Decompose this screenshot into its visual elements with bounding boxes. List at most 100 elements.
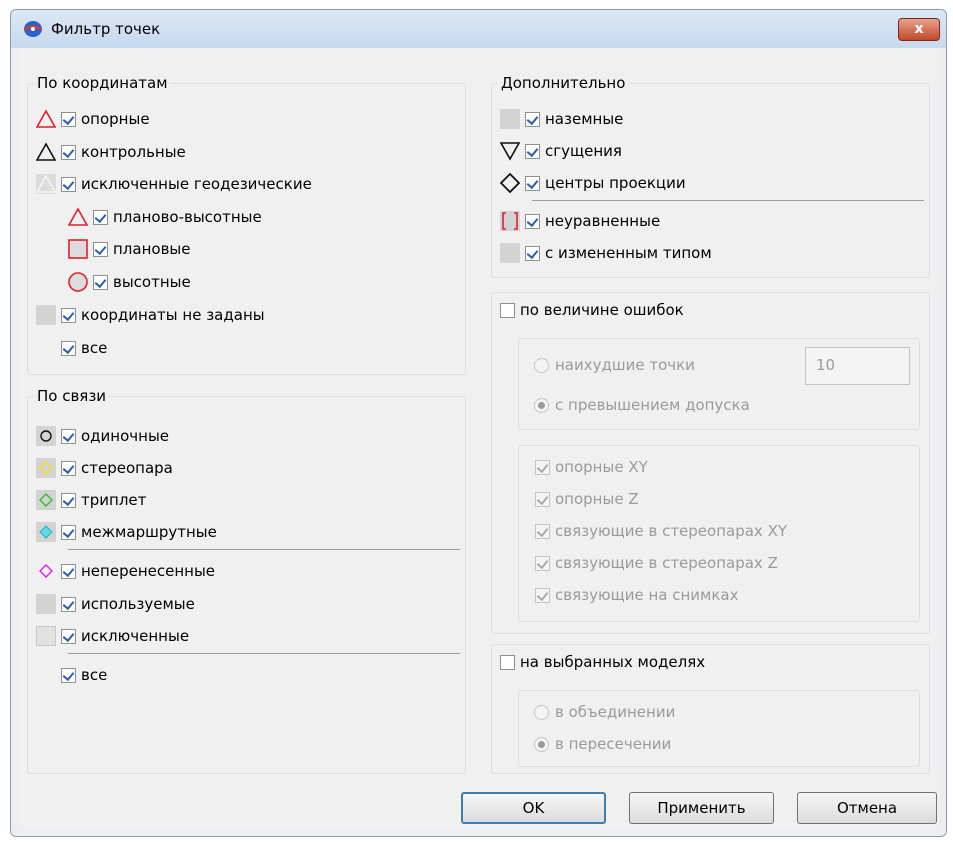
coord-item-reference[interactable]: опорные [36,108,150,130]
group-additional: Дополнительно наземные сгущения центры п… [491,74,930,278]
checkbox[interactable] [535,555,550,571]
link-item-label: используемые [81,595,195,613]
ok-button[interactable]: OK [461,792,606,824]
checkbox[interactable] [535,523,550,539]
black-triangle-icon [36,142,56,162]
extra-item-densification[interactable]: сгущения [500,140,622,162]
checkbox[interactable] [61,563,76,579]
apply-button[interactable]: Применить [629,792,774,824]
window-title: Фильтр точек [51,20,161,38]
coord-item-all[interactable]: все [61,337,107,359]
group-by-coordinates-title: По координатам [34,74,171,92]
checkbox[interactable] [61,492,76,508]
errors-option-ref-z[interactable]: опорные Z [535,488,639,510]
checkbox[interactable] [61,628,76,644]
errors-option-tie-images[interactable]: связующие на снимках [535,584,738,606]
exceed-tolerance-option[interactable]: с превышением допуска [534,394,750,416]
models-union-option[interactable]: в объединении [534,701,675,723]
coord-item-control[interactable]: контрольные [36,141,186,163]
link-item-label: стереопара [81,459,173,477]
extra-item-ground[interactable]: наземные [500,108,623,130]
red-triangle-icon [68,207,88,227]
extra-item-unadjusted[interactable]: неуравненные [500,210,660,232]
link-item-inter-route[interactable]: межмаршрутные [36,521,217,543]
link-item-single[interactable]: одиночные [36,425,169,447]
coord-item-label: все [81,339,108,357]
checkbox[interactable] [93,209,108,225]
gray-square-icon [500,243,520,263]
extra-item-changed-type[interactable]: с измененным типом [500,242,712,264]
title-bar: Фильтр точек x [11,10,946,48]
app-logo-icon [23,20,43,38]
checkbox[interactable] [525,245,540,261]
extra-item-projection-centers[interactable]: центры проекции [500,172,686,194]
extra-item-label: неуравненные [545,212,661,230]
errors-option-ref-xy[interactable]: опорные XY [535,456,648,478]
link-item-excluded[interactable]: исключенные [36,625,189,647]
filter-dialog: Фильтр точек x По координатам опорные ко… [10,9,947,837]
coord-item-excluded-geodetic[interactable]: исключенные геодезические [36,173,312,195]
checkbox[interactable] [93,274,108,290]
worst-points-count-field[interactable]: 10 [805,347,910,385]
link-item-label: одиночные [81,427,170,445]
models-intersection-option[interactable]: в пересечении [534,733,671,755]
checkbox[interactable] [61,524,76,540]
separator [68,549,460,550]
coord-item-label: плановые [113,240,191,258]
checkbox[interactable] [61,144,76,160]
group-by-coordinates: По координатам опорные контрольные исклю… [27,74,466,375]
coord-item-plan-height[interactable]: планово-высотные [68,206,262,228]
errors-option-label: связующие в стереопарах Z [555,554,778,572]
magenta-diamond-icon [36,561,56,581]
checkbox[interactable] [500,302,515,318]
checkbox[interactable] [61,596,76,612]
checkbox[interactable] [535,587,550,603]
checkbox[interactable] [535,459,550,475]
close-button[interactable]: x [898,18,940,41]
link-item-used[interactable]: используемые [36,593,195,615]
checkbox[interactable] [61,428,76,444]
red-bracket-icon [500,211,520,231]
checkbox[interactable] [525,175,540,191]
checkbox[interactable] [525,143,540,159]
extra-item-label: наземные [545,110,624,128]
red-triangle-icon [36,109,56,129]
checkbox[interactable] [61,307,76,323]
link-item-triplet[interactable]: триплет [36,489,146,511]
checkbox[interactable] [93,241,108,257]
checkbox[interactable] [61,111,76,127]
radio[interactable] [534,357,549,373]
extra-item-label: центры проекции [545,174,686,192]
coord-item-height[interactable]: высотные [68,271,191,293]
errors-filter-label: по величине ошибок [520,301,684,319]
models-mode-box: в объединении в пересечении [518,690,920,767]
checkbox[interactable] [525,111,540,127]
group-by-link: По связи одиночные стереопара триплет ме… [27,387,466,774]
link-item-all[interactable]: все [61,664,107,686]
black-circle-icon [36,426,56,446]
coord-item-not-set[interactable]: координаты не заданы [36,304,265,326]
link-item-stereopair[interactable]: стереопара [36,457,173,479]
checkbox[interactable] [61,667,76,683]
link-item-label: триплет [81,491,147,509]
errors-option-tie-stereo-xy[interactable]: связующие в стереопарах XY [535,520,787,542]
checkbox[interactable] [61,340,76,356]
checkbox[interactable] [525,213,540,229]
radio[interactable] [534,736,549,752]
separator [532,200,924,201]
checkbox[interactable] [535,491,550,507]
errors-filter-toggle[interactable]: по величине ошибок [500,299,684,321]
radio[interactable] [534,704,549,720]
cancel-button[interactable]: Отмена [797,792,937,824]
models-filter-toggle[interactable]: на выбранных моделях [500,651,705,673]
checkbox[interactable] [500,654,515,670]
checkbox[interactable] [61,460,76,476]
errors-option-tie-stereo-z[interactable]: связующие в стереопарах Z [535,552,778,574]
errors-option-label: связующие на снимках [555,586,739,604]
radio[interactable] [534,397,549,413]
coord-item-plan[interactable]: плановые [68,238,190,260]
link-item-not-transferred[interactable]: неперенесенные [36,560,215,582]
red-circle-icon [68,272,88,292]
worst-points-option[interactable]: наихудшие точки [534,354,695,376]
checkbox[interactable] [61,176,76,192]
